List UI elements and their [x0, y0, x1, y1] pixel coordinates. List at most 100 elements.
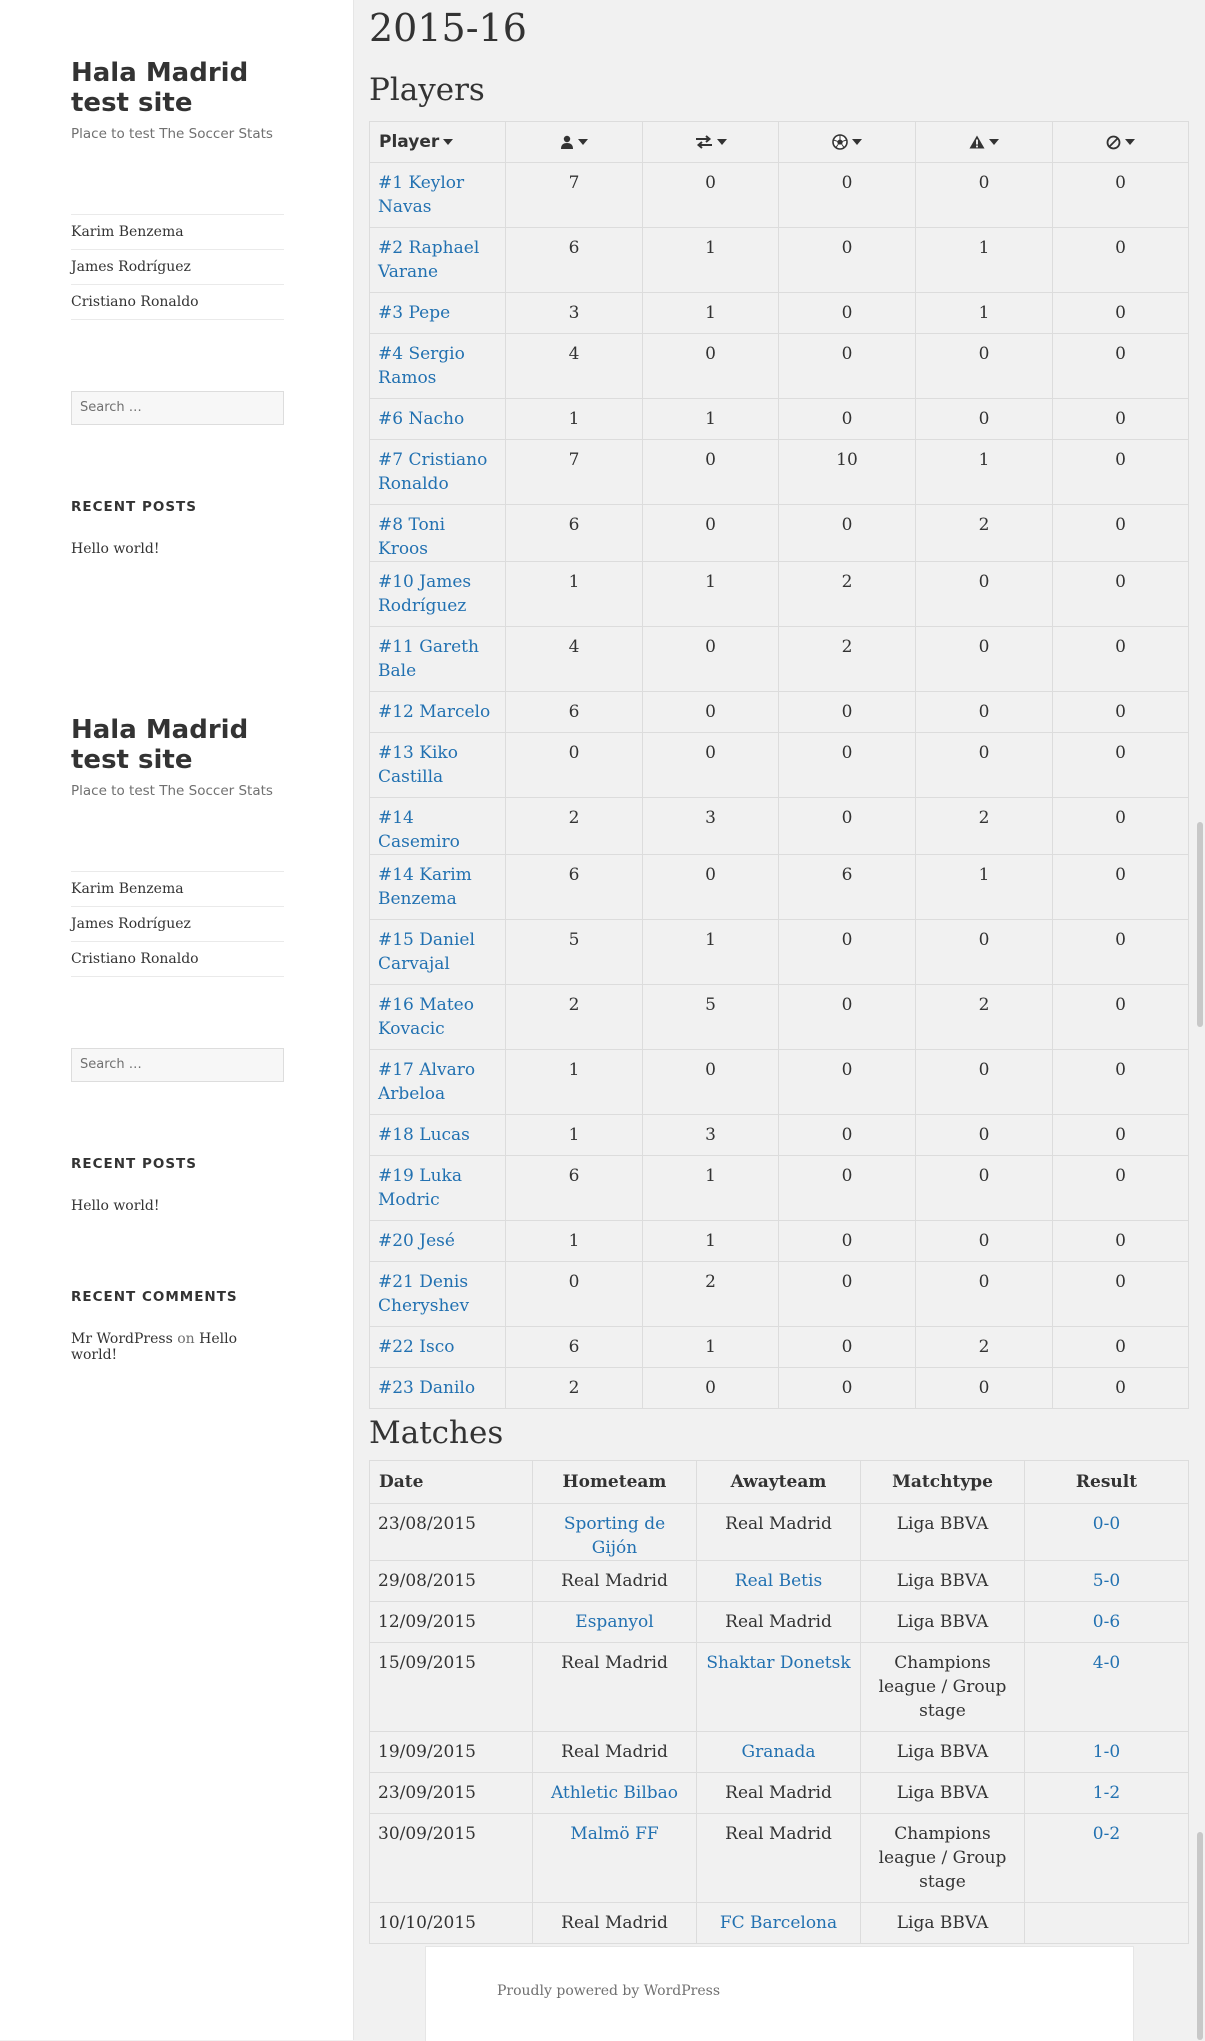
- match-date: 23/09/2015: [369, 1772, 533, 1814]
- player-name-link[interactable]: #13 Kiko Castilla: [369, 732, 506, 798]
- player-stat-cell: 0: [1052, 854, 1189, 920]
- recent-post-link[interactable]: Hello world!: [71, 1198, 284, 1214]
- player-stat-cell: 0: [915, 1114, 1053, 1156]
- player-stat-cell: 0: [642, 333, 779, 399]
- sidebar: Hala Madrid test site Place to test The …: [0, 0, 354, 2040]
- player-name-line: Cheryshev: [378, 1296, 470, 1316]
- player-name-link[interactable]: #14 Karim Benzema: [369, 854, 506, 920]
- player-name-link[interactable]: #4 Sergio Ramos: [369, 333, 506, 399]
- player-name-link[interactable]: #8 Toni Kroos: [369, 504, 506, 562]
- menu-item-karim-benzema[interactable]: Karim Benzema: [71, 872, 284, 907]
- player-name-link[interactable]: #22 Isco: [369, 1326, 506, 1368]
- menu-item-karim-benzema[interactable]: Karim Benzema: [71, 215, 284, 250]
- comment-on-label: on: [177, 1331, 195, 1347]
- match-result-link[interactable]: [1024, 1902, 1189, 1944]
- menu-item-cristiano-ronaldo[interactable]: Cristiano Ronaldo: [71, 942, 284, 977]
- search-input[interactable]: Search …: [71, 1048, 284, 1082]
- match-result-link[interactable]: 1-0: [1024, 1731, 1189, 1773]
- player-name-link[interactable]: #21 Denis Cheryshev: [369, 1261, 506, 1327]
- hometeam-link[interactable]: Athletic Bilbao: [532, 1772, 697, 1814]
- menu-item-cristiano-ronaldo[interactable]: Cristiano Ronaldo: [71, 285, 284, 320]
- site-title[interactable]: Hala Madrid test site: [71, 58, 284, 118]
- player-stat-cell: 1: [642, 1220, 779, 1262]
- substitutions-column-header[interactable]: [642, 121, 779, 163]
- match-result-link[interactable]: 0-0: [1024, 1503, 1189, 1561]
- player-row: #14 Casemiro 2 3 0 2 0: [369, 797, 1189, 855]
- match-result-link[interactable]: 0-6: [1024, 1601, 1189, 1643]
- match-type: Liga BBVA: [860, 1601, 1025, 1643]
- player-stat-cell: 4: [505, 333, 643, 399]
- player-name-link[interactable]: #20 Jesé: [369, 1220, 506, 1262]
- site-branding: Hala Madrid test site Place to test The …: [71, 715, 284, 799]
- player-stat-cell: 0: [642, 1049, 779, 1115]
- player-row: #4 Sergio Ramos 4 0 0 0 0: [369, 333, 1189, 399]
- player-name-link[interactable]: #7 Cristiano Ronaldo: [369, 439, 506, 505]
- menu-item-james-rodriguez[interactable]: James Rodríguez: [71, 250, 284, 285]
- player-name-link[interactable]: #15 Daniel Carvajal: [369, 919, 506, 985]
- site-title[interactable]: Hala Madrid test site: [71, 715, 284, 775]
- player-name-line: #14 Casemiro: [378, 808, 460, 852]
- match-result-link[interactable]: 5-0: [1024, 1560, 1189, 1602]
- player-stat-cell: 0: [642, 162, 779, 228]
- player-name-link[interactable]: #19 Luka Modric: [369, 1155, 506, 1221]
- player-stat-cell: 0: [778, 1155, 916, 1221]
- match-result-link[interactable]: 1-2: [1024, 1772, 1189, 1814]
- hometeam-link[interactable]: Malmö FF: [532, 1813, 697, 1903]
- player-name-line: Rodríguez: [378, 596, 467, 616]
- awayteam-link[interactable]: Shaktar Donetsk: [696, 1642, 861, 1732]
- player-row: #22 Isco 6 1 0 2 0: [369, 1326, 1189, 1368]
- match-date: 29/08/2015: [369, 1560, 533, 1602]
- player-stat-cell: 2: [915, 504, 1053, 562]
- player-stat-cell: 0: [1052, 1049, 1189, 1115]
- sort-caret-icon: [443, 139, 454, 145]
- player-name-link[interactable]: #12 Marcelo: [369, 691, 506, 733]
- player-stat-cell: 0: [915, 919, 1053, 985]
- menu-item-james-rodriguez[interactable]: James Rodríguez: [71, 907, 284, 942]
- awayteam-link[interactable]: Granada: [696, 1731, 861, 1773]
- player-name-link[interactable]: #14 Casemiro: [369, 797, 506, 855]
- goals-column-header[interactable]: [778, 121, 916, 163]
- player-row: #2 Raphael Varane 6 1 0 1 0: [369, 227, 1189, 293]
- player-name-link[interactable]: #16 Mateo Kovacic: [369, 984, 506, 1050]
- player-stat-cell: 1: [505, 1114, 643, 1156]
- player-name-link[interactable]: #17 Alvaro Arbeloa: [369, 1049, 506, 1115]
- player-stat-cell: 0: [1052, 1220, 1189, 1262]
- match-date: 12/09/2015: [369, 1601, 533, 1643]
- player-column-header[interactable]: Player: [369, 121, 506, 163]
- player-name-link[interactable]: #18 Lucas: [369, 1114, 506, 1156]
- match-result-link[interactable]: 0-2: [1024, 1813, 1189, 1903]
- player-name-line: Ronaldo: [378, 474, 449, 494]
- player-stat-cell: 0: [778, 1367, 916, 1409]
- ball-icon: [832, 134, 848, 150]
- comment-author-link[interactable]: Mr WordPress: [71, 1331, 173, 1347]
- player-name-line: #1 Keylor: [378, 173, 465, 193]
- player-name-link[interactable]: #11 Gareth Bale: [369, 626, 506, 692]
- scrollbar-thumb[interactable]: [1197, 1832, 1203, 2040]
- player-name-link[interactable]: #6 Nacho: [369, 398, 506, 440]
- player-name-link[interactable]: #23 Danilo: [369, 1367, 506, 1409]
- red-cards-column-header[interactable]: [1052, 121, 1189, 163]
- player-stat-cell: 0: [1052, 732, 1189, 798]
- player-name-line: #3 Pepe: [378, 303, 451, 323]
- search-input[interactable]: Search …: [71, 391, 284, 425]
- player-column-label: Player: [379, 132, 440, 152]
- player-name-line: Modric: [378, 1190, 440, 1210]
- player-name-link[interactable]: #10 James Rodríguez: [369, 561, 506, 627]
- footer-credit-link[interactable]: Proudly powered by WordPress: [497, 1983, 720, 1999]
- match-result-link[interactable]: 4-0: [1024, 1642, 1189, 1732]
- player-row: #7 Cristiano Ronaldo 7 0 10 1 0: [369, 439, 1189, 505]
- matches-heading: Matches: [369, 1415, 504, 1451]
- player-stat-cell: 5: [505, 919, 643, 985]
- hometeam-link[interactable]: Espanyol: [532, 1601, 697, 1643]
- player-name-link[interactable]: #3 Pepe: [369, 292, 506, 334]
- recent-post-link[interactable]: Hello world!: [71, 541, 284, 557]
- awayteam-link[interactable]: Real Betis: [696, 1560, 861, 1602]
- player-name-link[interactable]: #1 Keylor Navas: [369, 162, 506, 228]
- player-name-link[interactable]: #2 Raphael Varane: [369, 227, 506, 293]
- scrollbar-thumb[interactable]: [1197, 822, 1203, 1027]
- awayteam-link[interactable]: FC Barcelona: [696, 1902, 861, 1944]
- site-branding: Hala Madrid test site Place to test The …: [71, 58, 284, 142]
- appearances-column-header[interactable]: [505, 121, 643, 163]
- cards-column-header[interactable]: [915, 121, 1053, 163]
- hometeam-link[interactable]: Sporting de Gijón: [532, 1503, 697, 1561]
